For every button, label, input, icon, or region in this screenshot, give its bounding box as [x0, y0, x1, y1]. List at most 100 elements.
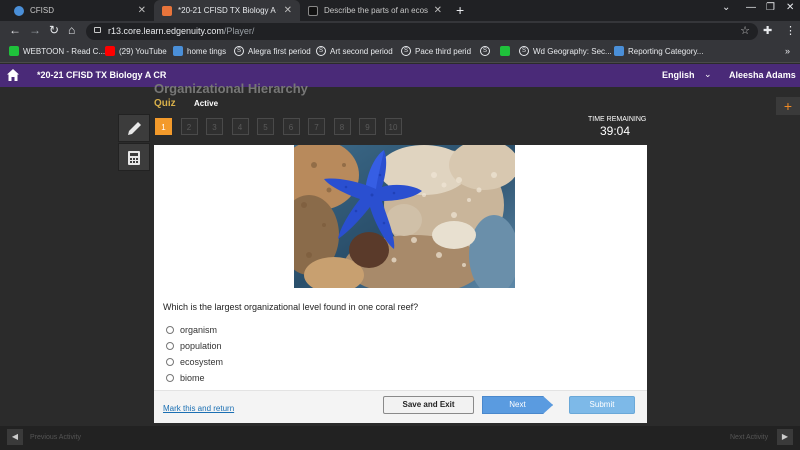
schoology-icon: S [401, 46, 411, 56]
pencil-icon [128, 122, 141, 135]
question-number-strip: 1 2 3 4 5 6 7 8 9 10 [155, 118, 410, 135]
lock-icon [94, 27, 101, 33]
course-title[interactable]: *20-21 CFISD TX Biology A CR [37, 70, 166, 80]
tab-cfisd[interactable]: CFISD ✕ [6, 0, 154, 21]
mark-and-return-link[interactable]: Mark this and return [163, 404, 234, 413]
question-number[interactable]: 1 [155, 118, 172, 135]
bookmark-schoology[interactable]: S [480, 46, 494, 56]
calculator-icon [128, 151, 140, 165]
schoology-icon: S [519, 46, 529, 56]
url-text: r13.core.learn.edgenuity.com/Player/ [108, 26, 255, 36]
answer-option-population[interactable]: population [166, 341, 222, 351]
close-window-icon[interactable]: ✕ [786, 2, 794, 13]
reload-icon[interactable]: ↻ [49, 23, 59, 37]
answer-option-organism[interactable]: organism [166, 325, 217, 335]
home-icon[interactable]: ⌂ [68, 23, 75, 37]
tab-title: *20-21 CFISD TX Biology A CR - E [178, 6, 278, 15]
previous-activity-arrow-icon[interactable]: ◀ [7, 429, 23, 445]
save-and-exit-button[interactable]: Save and Exit [383, 396, 474, 414]
chevron-down-icon[interactable]: ⌄ [704, 69, 712, 80]
browser-tab-bar: CFISD ✕ *20-21 CFISD TX Biology A CR - E… [0, 0, 800, 21]
new-tab-icon[interactable]: + [456, 2, 464, 18]
back-arrow-icon[interactable]: ← [9, 23, 21, 37]
home-icon[interactable] [6, 68, 20, 82]
option-label[interactable]: organism [180, 325, 217, 335]
url-input[interactable]: r13.core.learn.edgenuity.com/Player/ ☆ [86, 23, 758, 40]
more-bookmarks-icon[interactable]: » [785, 46, 790, 56]
bookmark-webtoon-2[interactable] [500, 46, 514, 56]
tab-search-icon[interactable]: ⌄ [722, 2, 730, 13]
timer-value: 39:04 [600, 124, 631, 138]
youtube-icon [105, 46, 115, 56]
extensions-puzzle-icon[interactable]: ✚ [763, 24, 772, 37]
main-area: Organizational Hierarchy Quiz Active + 1… [0, 81, 800, 423]
option-label[interactable]: ecosystem [180, 357, 223, 367]
app-header: *20-21 CFISD TX Biology A CR English ⌄ A… [0, 64, 800, 87]
question-number[interactable]: 10 [384, 118, 402, 135]
calculator-tool-button[interactable] [118, 143, 150, 171]
question-number[interactable]: 7 [308, 118, 325, 135]
lesson-title: Organizational Hierarchy [154, 81, 308, 96]
question-number[interactable]: 8 [333, 118, 351, 135]
maximize-icon[interactable]: ❐ [766, 2, 775, 13]
activity-nav-bar: ◀ Previous Activity Next Activity ▶ [0, 426, 800, 450]
language-selector[interactable]: English [662, 70, 695, 80]
question-card: Which is the largest organizational leve… [154, 145, 647, 423]
cloud-icon [173, 46, 183, 56]
next-button[interactable]: Next [482, 396, 553, 414]
question-number[interactable]: 2 [180, 118, 198, 135]
cloud-favicon-icon [14, 5, 24, 16]
next-activity-label[interactable]: Next Activity [730, 434, 768, 441]
question-prompt: Which is the largest organizational leve… [163, 302, 419, 312]
bookmark-art[interactable]: S Art second period [316, 46, 393, 56]
forward-arrow-icon[interactable]: → [29, 23, 41, 37]
cloud-icon [614, 46, 624, 56]
webtoon-icon [9, 46, 19, 56]
bookmark-youtube[interactable]: (29) YouTube [105, 46, 167, 56]
tab-brainly[interactable]: Describe the parts of an ecosyste ✕ [300, 0, 450, 21]
question-number[interactable]: 5 [257, 118, 274, 135]
tab-edgenuity[interactable]: *20-21 CFISD TX Biology A CR - E ✕ [154, 0, 300, 21]
bookmark-webtoon[interactable]: WEBTOON - Read C... [9, 46, 105, 56]
activity-type: Quiz [154, 98, 176, 109]
question-footer: Mark this and return Save and Exit Next … [154, 390, 647, 423]
option-label[interactable]: biome [180, 373, 205, 383]
bookmark-geography[interactable]: S Wd Geography: Sec... [519, 46, 612, 56]
next-activity-arrow-icon[interactable]: ▶ [777, 429, 793, 445]
activity-status: Active [194, 99, 219, 108]
tab-title: Describe the parts of an ecosyste [324, 6, 428, 15]
radio-button[interactable] [166, 342, 174, 350]
bookmark-star-icon[interactable]: ☆ [740, 24, 750, 37]
option-label[interactable]: population [180, 341, 222, 351]
bookmark-pace[interactable]: S Pace third perid [401, 46, 471, 56]
close-tab-icon[interactable]: ✕ [284, 5, 292, 16]
plus-tools-button[interactable]: + [776, 97, 800, 115]
question-number[interactable]: 9 [359, 118, 376, 135]
bookmark-home-tings[interactable]: home tings [173, 46, 226, 56]
close-tab-icon[interactable]: ✕ [138, 5, 146, 16]
schoology-icon: S [316, 46, 326, 56]
bookmark-alegra[interactable]: S Alegra first period [234, 46, 311, 56]
previous-activity-label[interactable]: Previous Activity [30, 434, 81, 441]
menu-kebab-icon[interactable]: ⋮ [785, 24, 796, 37]
timer-label: TIME REMAINING [588, 116, 647, 123]
pencil-tool-button[interactable] [118, 114, 150, 142]
question-number[interactable]: 4 [231, 118, 249, 135]
radio-button[interactable] [166, 358, 174, 366]
minimize-icon[interactable]: — [746, 2, 756, 13]
answer-option-ecosystem[interactable]: ecosystem [166, 357, 223, 367]
bookmarks-bar: WEBTOON - Read C... (29) YouTube home ti… [0, 42, 800, 63]
radio-button[interactable] [166, 374, 174, 382]
question-number[interactable]: 3 [206, 118, 223, 135]
bookmark-reporting[interactable]: Reporting Category... [614, 46, 703, 56]
radio-button[interactable] [166, 326, 174, 334]
question-number[interactable]: 6 [282, 118, 300, 135]
close-tab-icon[interactable]: ✕ [434, 5, 442, 16]
schoology-icon: S [234, 46, 244, 56]
address-bar-row: ← → ↻ ⌂ r13.core.learn.edgenuity.com/Pla… [0, 21, 800, 42]
coral-reef-photo [294, 145, 515, 288]
submit-button[interactable]: Submit [569, 396, 635, 414]
answer-option-biome[interactable]: biome [166, 373, 205, 383]
tab-title: CFISD [30, 6, 54, 15]
user-name[interactable]: Aleesha Adams [729, 70, 796, 80]
